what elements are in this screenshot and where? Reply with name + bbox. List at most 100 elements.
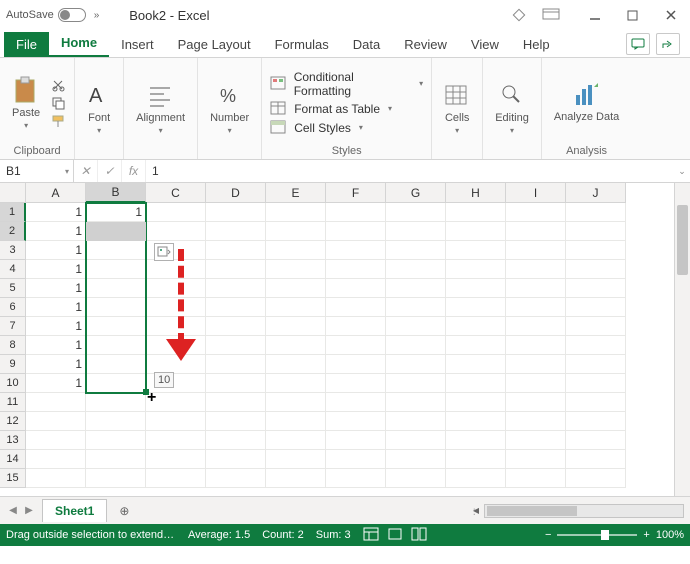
cell-E15[interactable] <box>266 469 326 488</box>
cell-G9[interactable] <box>386 355 446 374</box>
column-header-A[interactable]: A <box>26 183 86 203</box>
cell-I10[interactable] <box>506 374 566 393</box>
cell-I4[interactable] <box>506 260 566 279</box>
cell-I5[interactable] <box>506 279 566 298</box>
alignment-button[interactable]: Alignment ▾ <box>132 80 189 137</box>
cell-F8[interactable] <box>326 336 386 355</box>
cell-B10[interactable] <box>86 374 146 393</box>
cell-J12[interactable] <box>566 412 626 431</box>
cell-I7[interactable] <box>506 317 566 336</box>
cell-D10[interactable] <box>206 374 266 393</box>
cell-H11[interactable] <box>446 393 506 412</box>
column-header-E[interactable]: E <box>266 183 326 203</box>
cell-E5[interactable] <box>266 279 326 298</box>
comments-button[interactable] <box>626 33 650 55</box>
cell-E6[interactable] <box>266 298 326 317</box>
cell-I11[interactable] <box>506 393 566 412</box>
cell-A10[interactable]: 1 <box>26 374 86 393</box>
sheet-tab-active[interactable]: Sheet1 <box>42 499 107 522</box>
formula-input[interactable]: 1 <box>146 160 674 182</box>
cell-H12[interactable] <box>446 412 506 431</box>
cell-J8[interactable] <box>566 336 626 355</box>
cell-E3[interactable] <box>266 241 326 260</box>
cell-F13[interactable] <box>326 431 386 450</box>
zoom-in-button[interactable]: + <box>643 529 649 541</box>
autosave-toggle[interactable]: AutoSave <box>6 8 86 22</box>
row-header-15[interactable]: 15 <box>0 469 26 488</box>
page-layout-view-button[interactable] <box>387 527 403 544</box>
cell-F10[interactable] <box>326 374 386 393</box>
row-header-14[interactable]: 14 <box>0 450 26 469</box>
cell-F5[interactable] <box>326 279 386 298</box>
zoom-level[interactable]: 100% <box>656 529 684 541</box>
tab-review[interactable]: Review <box>392 32 459 57</box>
cell-E11[interactable] <box>266 393 326 412</box>
cell-G11[interactable] <box>386 393 446 412</box>
cell-H9[interactable] <box>446 355 506 374</box>
tab-help[interactable]: Help <box>511 32 562 57</box>
horizontal-scrollbar[interactable] <box>484 504 684 518</box>
cell-H6[interactable] <box>446 298 506 317</box>
cell-H2[interactable] <box>446 222 506 241</box>
cell-F11[interactable] <box>326 393 386 412</box>
cell-E7[interactable] <box>266 317 326 336</box>
tab-data[interactable]: Data <box>341 32 392 57</box>
font-button[interactable]: A Font ▾ <box>83 80 115 137</box>
name-box[interactable]: B1 <box>0 160 74 182</box>
cell-C2[interactable] <box>146 222 206 241</box>
row-header-8[interactable]: 8 <box>0 336 26 355</box>
cell-D3[interactable] <box>206 241 266 260</box>
cell-B12[interactable] <box>86 412 146 431</box>
cancel-formula-button[interactable]: ✕ <box>74 160 98 182</box>
minimize-button[interactable] <box>582 5 608 25</box>
cell-H7[interactable] <box>446 317 506 336</box>
zoom-slider[interactable] <box>557 534 637 536</box>
zoom-control[interactable]: − + 100% <box>545 529 684 541</box>
cell-F4[interactable] <box>326 260 386 279</box>
cell-H3[interactable] <box>446 241 506 260</box>
cell-F7[interactable] <box>326 317 386 336</box>
cell-E10[interactable] <box>266 374 326 393</box>
cell-J10[interactable] <box>566 374 626 393</box>
cell-A3[interactable]: 1 <box>26 241 86 260</box>
cell-J7[interactable] <box>566 317 626 336</box>
cell-G4[interactable] <box>386 260 446 279</box>
cell-B11[interactable] <box>86 393 146 412</box>
cell-I2[interactable] <box>506 222 566 241</box>
cell-I15[interactable] <box>506 469 566 488</box>
row-header-2[interactable]: 2 <box>0 222 26 241</box>
cell-C6[interactable] <box>146 298 206 317</box>
row-header-9[interactable]: 9 <box>0 355 26 374</box>
column-header-H[interactable]: H <box>446 183 506 203</box>
copy-button[interactable] <box>50 96 66 110</box>
cell-C14[interactable] <box>146 450 206 469</box>
row-header-11[interactable]: 11 <box>0 393 26 412</box>
cell-A2[interactable]: 1 <box>26 222 86 241</box>
row-header-13[interactable]: 13 <box>0 431 26 450</box>
cell-G14[interactable] <box>386 450 446 469</box>
worksheet-grid[interactable]: ABCDEFGHIJ 123456789101112131415 1112111… <box>0 183 690 496</box>
cell-G5[interactable] <box>386 279 446 298</box>
cell-D2[interactable] <box>206 222 266 241</box>
row-headers[interactable]: 123456789101112131415 <box>0 203 26 488</box>
cell-B3[interactable] <box>86 241 146 260</box>
cell-F1[interactable] <box>326 203 386 222</box>
cell-A13[interactable] <box>26 431 86 450</box>
cell-C5[interactable] <box>146 279 206 298</box>
cell-B8[interactable] <box>86 336 146 355</box>
cell-styles-button[interactable]: Cell Styles▾ <box>270 120 423 136</box>
cells-area[interactable]: 111211111111 + 10 <box>26 203 674 496</box>
cell-H1[interactable] <box>446 203 506 222</box>
cell-G10[interactable] <box>386 374 446 393</box>
cell-G13[interactable] <box>386 431 446 450</box>
select-all-button[interactable] <box>0 183 26 203</box>
hscroll-left[interactable]: ◀ <box>469 504 483 518</box>
row-header-4[interactable]: 4 <box>0 260 26 279</box>
cell-I1[interactable] <box>506 203 566 222</box>
conditional-formatting-button[interactable]: Conditional Formatting▾ <box>270 70 423 98</box>
cell-C7[interactable] <box>146 317 206 336</box>
cell-D12[interactable] <box>206 412 266 431</box>
cell-B14[interactable] <box>86 450 146 469</box>
cell-G1[interactable] <box>386 203 446 222</box>
cell-I12[interactable] <box>506 412 566 431</box>
